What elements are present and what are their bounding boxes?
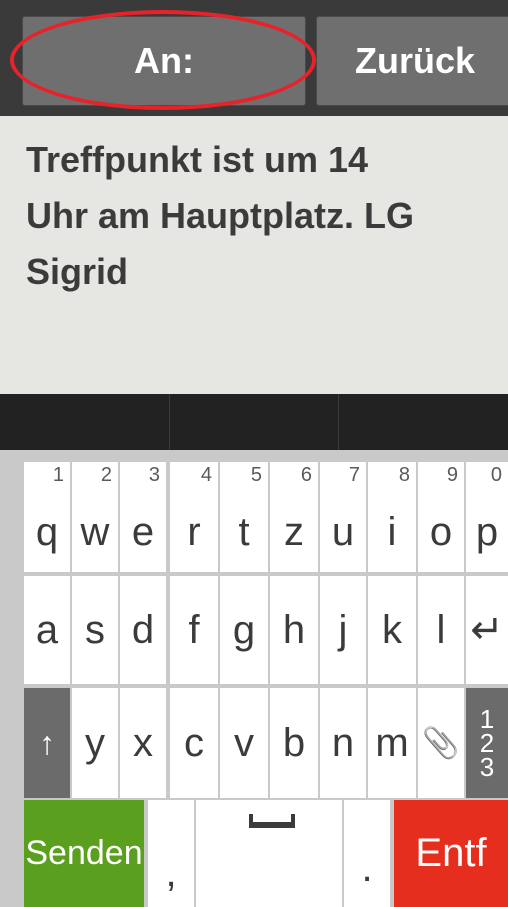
key-p[interactable]: 0 p (466, 462, 508, 572)
key-h-label: h (282, 607, 306, 652)
comma-label: , (165, 851, 177, 895)
key-t-main: t (238, 509, 250, 554)
key-u-main: u (331, 509, 355, 554)
message-line-3: Sigrid (26, 251, 129, 292)
space-key[interactable] (196, 800, 342, 907)
key-r-main: r (187, 509, 201, 554)
key-z-sub: 6 (300, 464, 312, 486)
message-line-2: Uhr am Hauptplatz. LG (26, 195, 415, 236)
key-a-label: a (35, 607, 59, 652)
key-s[interactable]: s (72, 576, 118, 684)
shift-key[interactable]: ↑ (24, 688, 70, 798)
key-l-label: l (436, 607, 446, 652)
key-p-sub: 0 (490, 464, 502, 486)
suggestion-bar (0, 394, 508, 450)
key-n[interactable]: n (320, 688, 366, 798)
space-icon (249, 814, 295, 828)
key-k[interactable]: k (368, 576, 416, 684)
message-text: Treffpunkt ist um 14 Uhr am Hauptplatz. … (26, 132, 496, 300)
key-z[interactable]: 6 z (270, 462, 318, 572)
key-d-label: d (131, 607, 155, 652)
period-label: . (361, 846, 373, 890)
key-c[interactable]: c (170, 688, 218, 798)
key-s-label: s (85, 607, 105, 652)
to-button-label: An: (134, 40, 194, 81)
key-w-sub: 2 (100, 464, 112, 486)
to-button[interactable]: An: (22, 16, 306, 106)
key-x[interactable]: x (120, 688, 166, 798)
keyboard: 1 q 2 w 3 e 4 r 5 t 6 z 7 u 8 i 9 o 0 p … (0, 450, 508, 907)
key-f[interactable]: f (170, 576, 218, 684)
key-i-sub: 8 (398, 464, 410, 486)
comma-key[interactable]: , (148, 800, 194, 907)
suggestion-slot-2[interactable] (170, 394, 340, 450)
key-u-sub: 7 (348, 464, 360, 486)
key-n-label: n (331, 720, 355, 765)
message-area[interactable]: Treffpunkt ist um 14 Uhr am Hauptplatz. … (0, 116, 508, 394)
send-button[interactable]: Senden (24, 800, 144, 907)
key-x-label: x (133, 720, 153, 765)
key-e[interactable]: 3 e (120, 462, 166, 572)
top-bar: An: Zurück (0, 0, 508, 116)
suggestion-slot-3[interactable] (339, 394, 508, 450)
key-y-label: y (85, 720, 105, 765)
key-m[interactable]: m (368, 688, 416, 798)
key-p-main: p (475, 509, 499, 554)
key-u[interactable]: 7 u (320, 462, 366, 572)
key-l[interactable]: l (418, 576, 464, 684)
key-e-main: e (131, 509, 155, 554)
key-g-label: g (232, 607, 256, 652)
key-d[interactable]: d (120, 576, 166, 684)
key-i[interactable]: 8 i (368, 462, 416, 572)
back-button[interactable]: Zurück (316, 16, 508, 106)
key-r-sub: 4 (200, 464, 212, 486)
key-v[interactable]: v (220, 688, 268, 798)
key-t-sub: 5 (250, 464, 262, 486)
attachment-key[interactable]: 📎 (418, 688, 464, 798)
key-q-sub: 1 (52, 464, 64, 486)
key-a[interactable]: a (24, 576, 70, 684)
suggestion-slot-1[interactable] (0, 394, 170, 450)
enter-icon: ↵ (470, 608, 504, 652)
key-o-main: o (429, 509, 453, 554)
key-i-main: i (387, 509, 397, 554)
key-o-sub: 9 (446, 464, 458, 486)
numbers-toggle-key[interactable]: 1 2 3 (466, 688, 508, 798)
key-k-label: k (382, 607, 402, 652)
key-q-main: q (35, 509, 59, 554)
enter-key[interactable]: ↵ (466, 576, 508, 684)
key-z-main: z (284, 509, 304, 554)
numbers-toggle-3: 3 (479, 752, 495, 782)
key-c-label: c (184, 720, 204, 765)
paperclip-icon: 📎 (422, 726, 460, 760)
key-m-label: m (375, 720, 409, 765)
key-b-label: b (282, 720, 306, 765)
key-r[interactable]: 4 r (170, 462, 218, 572)
period-key[interactable]: . (344, 800, 390, 907)
key-h[interactable]: h (270, 576, 318, 684)
key-w-main: w (80, 509, 110, 554)
key-q[interactable]: 1 q (24, 462, 70, 572)
key-j[interactable]: j (320, 576, 366, 684)
key-v-label: v (234, 720, 254, 765)
back-button-label: Zurück (354, 40, 476, 81)
delete-button[interactable]: Entf (394, 800, 508, 907)
key-b[interactable]: b (270, 688, 318, 798)
key-t[interactable]: 5 t (220, 462, 268, 572)
key-e-sub: 3 (148, 464, 160, 486)
shift-icon: ↑ (39, 724, 55, 761)
send-button-label: Senden (25, 834, 143, 872)
key-y[interactable]: y (72, 688, 118, 798)
key-w[interactable]: 2 w (72, 462, 118, 572)
key-f-label: f (188, 607, 200, 652)
key-o[interactable]: 9 o (418, 462, 464, 572)
delete-button-label: Entf (415, 831, 487, 875)
message-line-1: Treffpunkt ist um 14 (26, 139, 369, 180)
key-j-label: j (338, 607, 348, 652)
key-g[interactable]: g (220, 576, 268, 684)
